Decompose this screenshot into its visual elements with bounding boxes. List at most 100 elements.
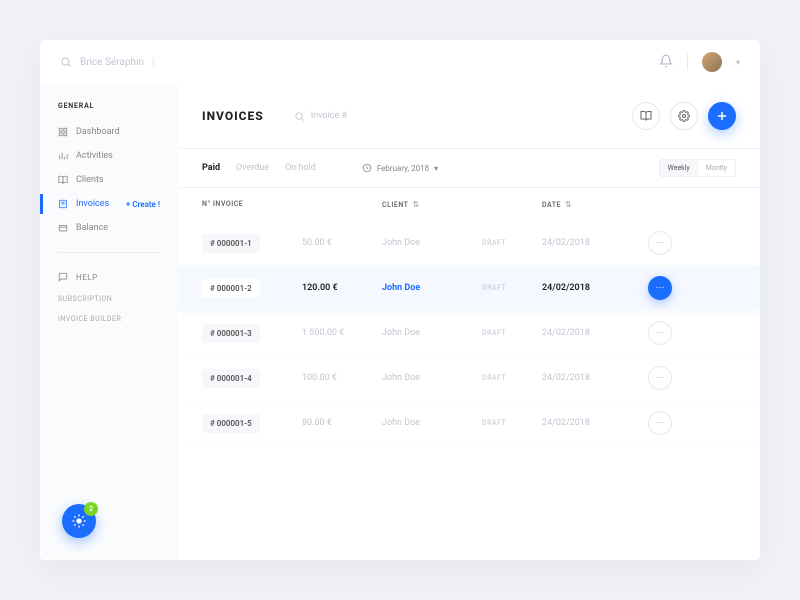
search-icon [60,56,72,68]
invoice-number: # 000001-5 [202,414,260,433]
page-title: INVOICES [202,109,264,123]
page-header: INVOICES Invoice # [178,84,760,148]
amount: 120.00 € [302,283,382,293]
amount: 50.00 € [302,238,382,248]
search-placeholder: Brice Séraphin [80,57,144,68]
th-client[interactable]: CLIENT⇅ [382,200,482,209]
add-button[interactable] [708,102,736,130]
sidebar-item-clients[interactable]: Clients [40,168,178,192]
divider [58,252,160,253]
amount: 80.00 € [302,418,382,428]
table-row[interactable]: # 000001-1 50.00 € John Doe DRAFT 24/02/… [178,221,760,266]
table-row[interactable]: # 000001-4 100.00 € John Doe DRAFT 24/02… [178,356,760,401]
freq-weekly[interactable]: Weekly [660,160,698,176]
book-icon [640,110,652,122]
sidebar-item-invoices[interactable]: Invoices + Create ! [40,192,178,216]
date: 24/02/2018 [542,283,632,293]
tab-paid[interactable]: Paid [202,163,220,173]
status-badge: DRAFT [482,329,542,337]
sidebar-item-label: Balance [76,223,108,233]
settings-button[interactable] [670,102,698,130]
gear-icon [678,110,690,122]
search-icon [294,111,305,122]
more-button[interactable]: ⋯ [648,366,672,390]
th-date[interactable]: DATE⇅ [542,200,632,209]
plus-icon [715,109,729,123]
date: 24/02/2018 [542,418,632,428]
date: 24/02/2018 [542,238,632,248]
date-filter[interactable]: February, 2018 ▾ [362,163,438,173]
tab-onhold[interactable]: On hold [285,163,316,173]
more-button[interactable]: ⋯ [648,411,672,435]
sun-icon [71,513,87,529]
client-name: John Doe [382,373,482,383]
sidebar-item-label: Dashboard [76,127,120,137]
sort-icon: ⇅ [565,200,572,209]
th-invoice[interactable]: N° INVOICE [202,200,302,209]
invoice-search[interactable]: Invoice # [294,111,347,122]
chevron-down-icon: ▾ [434,164,438,173]
sidebar-link-subscription[interactable]: SUBSCRIPTION [40,289,178,309]
status-badge: DRAFT [482,419,542,427]
client-name: John Doe [382,418,482,428]
wallet-icon [58,223,68,233]
global-search[interactable]: Brice Séraphin | [60,56,154,68]
divider [687,54,688,70]
sidebar-item-label: Activities [76,151,113,161]
grid-icon [58,127,68,137]
sort-icon: ⇅ [412,200,419,209]
invoice-number: # 000001-3 [202,324,260,343]
tab-overdue[interactable]: Overdue [236,163,269,173]
header-actions [632,102,736,130]
fab-button[interactable]: 2 [62,504,96,538]
status-badge: DRAFT [482,374,542,382]
chat-icon [58,272,68,282]
table-row[interactable]: # 000001-3 1 500.00 € John Doe DRAFT 24/… [178,311,760,356]
sidebar-item-label: Invoices [76,199,109,209]
topbar-right: ▾ [659,52,740,72]
topbar: Brice Séraphin | ▾ [40,40,760,84]
status-badge: DRAFT [482,284,542,292]
invoice-number: # 000001-2 [202,279,260,298]
more-button[interactable]: ⋯ [648,276,672,300]
frequency-toggle: Weekly Montly [659,159,736,177]
book-button[interactable] [632,102,660,130]
table-row[interactable]: # 000001-5 80.00 € John Doe DRAFT 24/02/… [178,401,760,446]
sidebar-item-balance[interactable]: Balance [40,216,178,240]
chart-icon [58,151,68,161]
sidebar-item-help[interactable]: HELP [40,265,178,289]
date: 24/02/2018 [542,373,632,383]
client-name: John Doe [382,283,482,293]
book-icon [58,175,68,185]
chevron-down-icon[interactable]: ▾ [736,58,740,67]
main: INVOICES Invoice # [178,84,760,560]
freq-monthly[interactable]: Montly [698,160,735,176]
avatar[interactable] [702,52,722,72]
status-badge: DRAFT [482,239,542,247]
fab-badge: 2 [84,502,98,516]
invoice-number: # 000001-1 [202,234,260,253]
more-button[interactable]: ⋯ [648,231,672,255]
filter-bar: Paid Overdue On hold February, 2018 ▾ We… [178,148,760,188]
document-icon [58,199,68,209]
table-body: # 000001-1 50.00 € John Doe DRAFT 24/02/… [178,221,760,446]
client-name: John Doe [382,238,482,248]
table-row[interactable]: # 000001-2 120.00 € John Doe DRAFT 24/02… [178,266,760,311]
sidebar: GENERAL Dashboard Activities Clients Inv… [40,84,178,560]
sidebar-item-activities[interactable]: Activities [40,144,178,168]
amount: 1 500.00 € [302,328,382,338]
body: GENERAL Dashboard Activities Clients Inv… [40,84,760,560]
date: 24/02/2018 [542,328,632,338]
client-name: John Doe [382,328,482,338]
app-window: Brice Séraphin | ▾ GENERAL Dashboard Act… [40,40,760,560]
more-button[interactable]: ⋯ [648,321,672,345]
sidebar-item-dashboard[interactable]: Dashboard [40,120,178,144]
amount: 100.00 € [302,373,382,383]
clock-icon [362,163,372,173]
table-header: N° INVOICE CLIENT⇅ DATE⇅ [178,188,760,221]
notification-icon[interactable] [659,53,673,72]
invoice-number: # 000001-4 [202,369,260,388]
sidebar-link-builder[interactable]: INVOICE BUILDER [40,309,178,329]
create-link[interactable]: + Create ! [126,200,160,209]
sidebar-section-label: GENERAL [40,102,178,110]
